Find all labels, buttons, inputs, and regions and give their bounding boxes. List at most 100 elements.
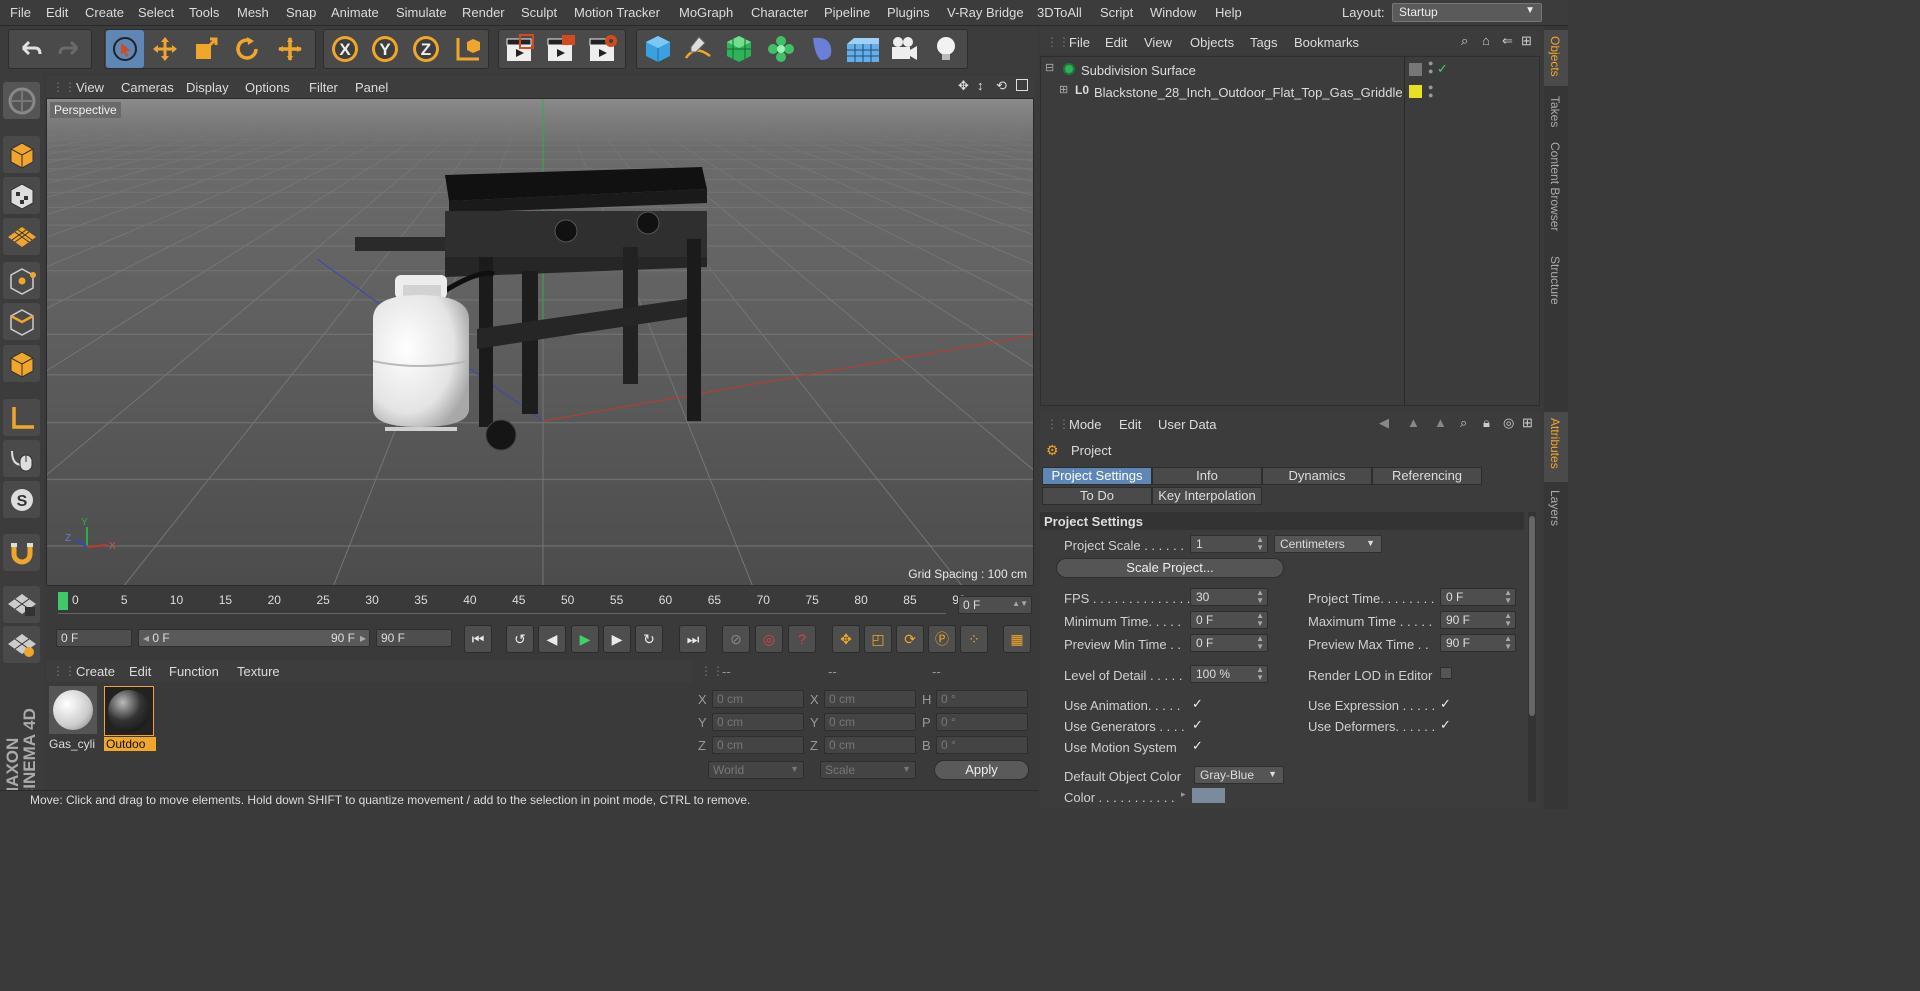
visibility-dots-icon[interactable]: ● ● <box>1428 59 1433 76</box>
project-scale-field[interactable]: 1 ▲ ▼ <box>1190 535 1268 553</box>
menu-script[interactable]: Script <box>1100 5 1133 20</box>
search-icon[interactable]: ⌕ <box>1461 33 1468 49</box>
next-key-icon[interactable]: ↻ <box>635 625 663 653</box>
use-deformers-checkbox[interactable]: ✓ <box>1440 717 1451 733</box>
subdivision-icon[interactable] <box>720 30 758 68</box>
material-gas-cylinder[interactable]: Gas_cyli <box>49 686 99 754</box>
default-object-color-dropdown[interactable]: Gray-Blue ▼ <box>1194 766 1284 784</box>
preview-max-time-field[interactable]: 90 F ▲ ▼ <box>1440 634 1516 652</box>
record-keys-icon[interactable]: ⊘ <box>722 625 750 653</box>
tab-dynamics[interactable]: Dynamics <box>1262 467 1372 485</box>
level-of-detail-field[interactable]: 100 % ▲ ▼ <box>1190 665 1268 683</box>
coordinate-field[interactable]: 0 cm <box>712 690 804 708</box>
object-row[interactable]: ⊞ L0 Blackstone_28_Inch_Outdoor_Flat_Top… <box>1041 81 1539 103</box>
deformer-icon[interactable] <box>803 30 841 68</box>
use-generators-checkbox[interactable]: ✓ <box>1192 717 1203 733</box>
attributes-menu-mode[interactable]: Mode <box>1069 417 1102 432</box>
object-menu-objects[interactable]: Objects <box>1190 35 1234 50</box>
object-row[interactable]: ⊟ Subdivision Surface ● ● ✓ <box>1041 59 1539 81</box>
texture-mode-icon[interactable] <box>3 177 40 214</box>
menu-sculpt[interactable]: Sculpt <box>521 5 557 20</box>
menu-mograph[interactable]: MoGraph <box>679 5 733 20</box>
scrollbar[interactable] <box>1528 512 1536 802</box>
menu-window[interactable]: Window <box>1150 5 1196 20</box>
redo-icon[interactable] <box>51 30 89 68</box>
home-icon[interactable]: ⌂ <box>1482 33 1490 48</box>
attributes-menu-edit[interactable]: Edit <box>1119 417 1141 432</box>
layer-icon[interactable] <box>1409 63 1422 76</box>
menu-simulate[interactable]: Simulate <box>396 5 447 20</box>
menu-edit[interactable]: Edit <box>46 5 68 20</box>
side-tab-attributes[interactable]: Attributes <box>1548 418 1562 469</box>
object-menu-bookmarks[interactable]: Bookmarks <box>1294 35 1359 50</box>
start-frame-field[interactable]: 0 F <box>56 629 132 647</box>
object-menu-view[interactable]: View <box>1144 35 1172 50</box>
preview-min-time-field[interactable]: 0 F ▲ ▼ <box>1190 634 1268 652</box>
floor-icon[interactable] <box>844 30 882 68</box>
apply-button[interactable]: Apply <box>934 760 1029 780</box>
tweak-mode-icon[interactable] <box>3 440 40 477</box>
menu-help[interactable]: Help <box>1215 5 1242 20</box>
use-expression-checkbox[interactable]: ✓ <box>1440 696 1451 712</box>
zoom-view-icon[interactable]: ↕ <box>977 78 984 93</box>
material-menu-create[interactable]: Create <box>76 664 115 679</box>
previous-key-icon[interactable]: ↺ <box>506 625 534 653</box>
render-picture-viewer-icon[interactable] <box>542 30 580 68</box>
forward-arrow-icon[interactable]: ▲ <box>1434 415 1447 430</box>
previous-frame-icon[interactable]: ◀ <box>538 625 566 653</box>
timeline-window-icon[interactable]: ▦ <box>1003 625 1031 653</box>
menu-file[interactable]: File <box>10 5 31 20</box>
back-icon[interactable]: ⇐ <box>1502 33 1513 49</box>
render-lod-checkbox[interactable] <box>1440 667 1452 679</box>
live-select-icon[interactable] <box>271 30 309 68</box>
layout-dropdown[interactable]: Startup ▼ <box>1392 3 1542 22</box>
attributes-menu-user-data[interactable]: User Data <box>1158 417 1217 432</box>
move-view-icon[interactable]: ✥ <box>958 78 969 94</box>
timeline-ruler[interactable]: 051015202530354045505560657075808590 0 F… <box>46 588 1034 618</box>
pen-icon[interactable] <box>679 30 717 68</box>
tab-referencing[interactable]: Referencing <box>1372 467 1482 485</box>
coordinate-field[interactable]: 0 cm <box>712 713 804 731</box>
visibility-dots-icon[interactable]: ● ● <box>1428 83 1433 100</box>
menu-pipeline[interactable]: Pipeline <box>824 5 870 20</box>
back-arrow-icon[interactable]: ◀ <box>1379 415 1389 431</box>
menu-tools[interactable]: Tools <box>189 5 219 20</box>
menu-snap[interactable]: Snap <box>286 5 316 20</box>
end-frame-field[interactable]: 90 F <box>376 629 452 647</box>
target-icon[interactable]: ◎ <box>1503 415 1514 431</box>
key-point-level-icon[interactable]: ⁘ <box>960 625 988 653</box>
coordinate-field[interactable]: 0 cm <box>824 736 916 754</box>
menu-plugins[interactable]: Plugins <box>887 5 930 20</box>
polygons-mode-icon[interactable] <box>3 345 40 382</box>
scale-icon[interactable] <box>187 30 225 68</box>
menu-character[interactable]: Character <box>751 5 808 20</box>
autokey-icon[interactable]: ◎ <box>755 625 783 653</box>
cube-icon[interactable] <box>639 30 677 68</box>
frame-range-slider[interactable]: ◂ 0 F 90 F ▸ <box>138 629 370 647</box>
cloner-icon[interactable] <box>762 30 800 68</box>
key-position-icon[interactable]: ✥ <box>832 625 860 653</box>
render-settings-icon[interactable] <box>584 30 622 68</box>
planar-workplane-icon[interactable] <box>3 626 40 663</box>
menu-select[interactable]: Select <box>138 5 174 20</box>
viewport-menu-filter[interactable]: Filter <box>309 80 338 95</box>
material-menu-texture[interactable]: Texture <box>237 664 280 679</box>
material-menu-function[interactable]: Function <box>169 664 219 679</box>
object-menu-file[interactable]: File <box>1069 35 1090 50</box>
project-scale-unit-dropdown[interactable]: Centimeters ▼ <box>1274 535 1382 553</box>
viewport-menu-options[interactable]: Options <box>245 80 290 95</box>
project-time-field[interactable]: 0 F ▲ ▼ <box>1440 588 1516 606</box>
coordinate-field[interactable]: 0 ° <box>936 713 1028 731</box>
coordinate-field[interactable]: 0 cm <box>824 713 916 731</box>
perspective-viewport[interactable]: Y Z X Perspective Grid Spacing : 100 cm <box>46 98 1034 586</box>
light-icon[interactable] <box>927 30 965 68</box>
y-axis-icon[interactable]: Y <box>366 30 404 68</box>
layer-color-icon[interactable] <box>1409 85 1422 98</box>
material-outdoor[interactable]: Outdoo <box>104 686 156 754</box>
x-axis-icon[interactable]: X <box>326 30 364 68</box>
undo-icon[interactable] <box>11 30 49 68</box>
rotate-view-icon[interactable]: ⟲ <box>996 78 1007 94</box>
menu-vray-bridge[interactable]: V-Ray Bridge <box>947 5 1024 20</box>
workplane-grid-icon[interactable] <box>3 218 40 255</box>
fps-field[interactable]: 30 ▲ ▼ <box>1190 588 1268 606</box>
